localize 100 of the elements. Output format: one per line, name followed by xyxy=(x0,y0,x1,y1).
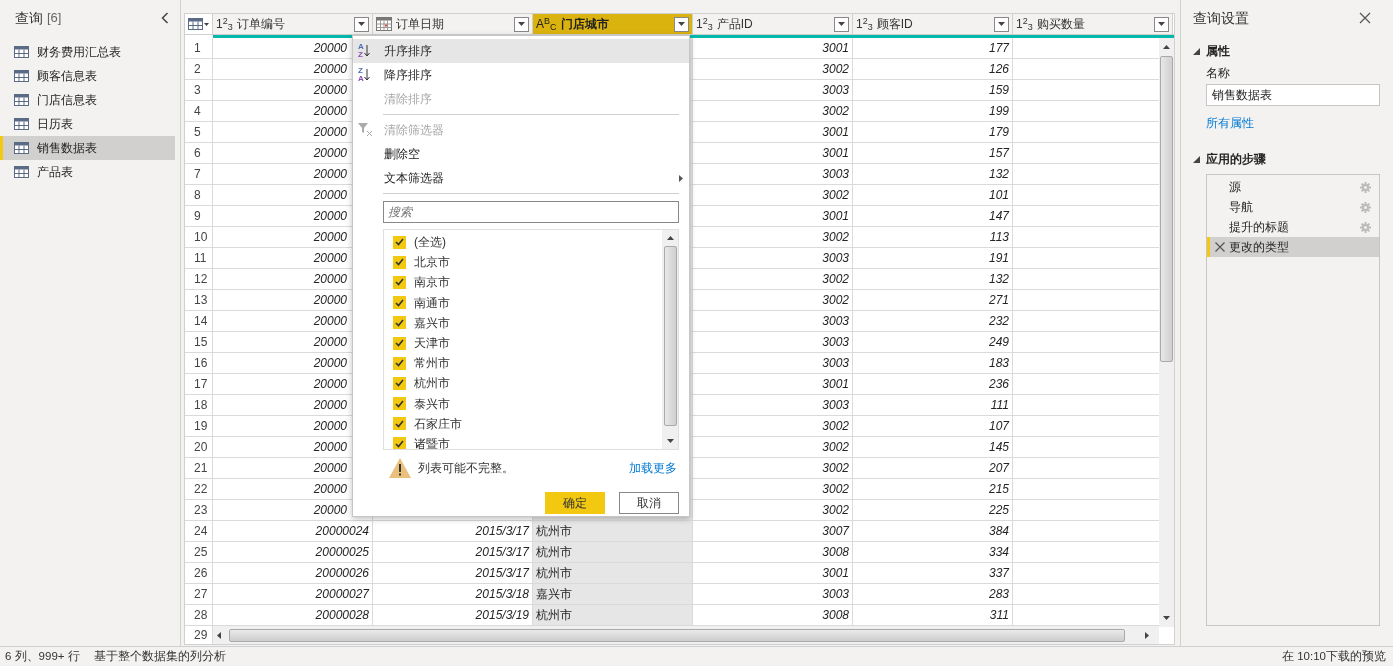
filter-dropdown-button[interactable] xyxy=(354,16,369,32)
checkbox[interactable] xyxy=(393,235,406,249)
table-menu-button[interactable] xyxy=(185,14,213,34)
column-name: 订单日期 xyxy=(396,16,445,33)
table-cell-text: 3008 xyxy=(822,544,849,561)
table-cell-text: 311 xyxy=(989,607,1009,624)
close-icon[interactable] xyxy=(1359,12,1371,24)
filter-dropdown-button[interactable] xyxy=(834,16,849,32)
table-cell-text: 3002 xyxy=(822,460,849,477)
table-cell-text: 3002 xyxy=(822,103,849,120)
column-header[interactable]: 1$^{2}$$_{3}$ 订单编号 xyxy=(213,14,373,34)
value-label: 诸暨市 xyxy=(414,435,450,449)
column-header[interactable]: 1$^{2}$$_{3}$ 顾客ID xyxy=(853,14,1013,34)
row-number: 25 xyxy=(185,542,213,562)
scroll-left-icon[interactable] xyxy=(217,631,221,639)
table-cell-text: 嘉兴市 xyxy=(536,586,572,603)
menu-item[interactable]: Z A 降序排序 xyxy=(353,63,689,87)
table-cell-text: 3001 xyxy=(822,40,849,57)
delete-icon[interactable] xyxy=(1215,242,1225,252)
checkbox[interactable] xyxy=(393,316,406,330)
table-cell-text: 杭州市 xyxy=(536,565,572,582)
table-cell-text: 20000 xyxy=(313,40,347,57)
table-cell-text: 20000026 xyxy=(315,565,369,582)
step-item[interactable]: 提升的标题 xyxy=(1207,217,1379,237)
table-icon xyxy=(14,118,29,130)
table-cell-text: 20000 xyxy=(313,481,347,498)
name-field[interactable]: 销售数据表 xyxy=(1206,84,1380,106)
check-icon xyxy=(395,278,404,287)
menu-item[interactable]: 删除空 xyxy=(353,142,689,166)
section-title: 应用的步骤 xyxy=(1206,151,1266,168)
row-number: 17 xyxy=(185,374,213,394)
table-cell-text: 207 xyxy=(988,460,1009,477)
scroll-thumb[interactable] xyxy=(663,246,677,426)
all-properties-link[interactable]: 所有属性 xyxy=(1206,114,1381,132)
query-item[interactable]: 销售数据表 xyxy=(0,136,175,160)
table-icon xyxy=(14,166,29,178)
table-cell-text: 132 xyxy=(988,166,1009,183)
scroll-thumb[interactable] xyxy=(229,628,1125,642)
checkbox[interactable] xyxy=(393,376,406,390)
table-icon xyxy=(188,18,203,30)
column-header[interactable]: 订单日期 xyxy=(373,14,533,34)
scroll-thumb[interactable] xyxy=(1160,56,1173,362)
search-field[interactable]: 搜索 xyxy=(383,201,679,223)
submenu-arrow-icon xyxy=(679,174,683,182)
filter-dropdown-button[interactable] xyxy=(1154,16,1169,32)
column-header[interactable]: A$^{B}$$_{C}$ 门店城市 xyxy=(533,14,693,34)
filter-dropdown-button[interactable] xyxy=(514,16,529,32)
table-cell-text: 183 xyxy=(988,355,1009,372)
table-cell-text: 283 xyxy=(988,586,1009,603)
step-item[interactable]: 源 xyxy=(1207,177,1379,197)
table-cell-text: 20000 xyxy=(313,418,347,435)
column-name: 门店城市 xyxy=(560,16,610,33)
horizontal-scrollbar[interactable] xyxy=(213,626,1159,644)
scroll-right-icon[interactable] xyxy=(1145,631,1149,639)
step-item[interactable]: 更改的类型 xyxy=(1207,237,1379,257)
checkbox[interactable] xyxy=(393,417,406,431)
warning-text: 列表可能不完整。 xyxy=(418,460,515,477)
query-count: [6] xyxy=(47,9,62,28)
table-icon xyxy=(14,142,29,154)
cancel-button[interactable]: 取消 xyxy=(619,492,679,514)
checkbox[interactable] xyxy=(393,255,406,269)
query-item[interactable]: 产品表 xyxy=(0,160,175,184)
check-icon xyxy=(395,419,404,428)
table-cell-text: 3003 xyxy=(822,313,849,330)
table-cell-text: 3003 xyxy=(822,334,849,351)
menu-item[interactable]: A Z 升序排序 xyxy=(353,39,689,63)
scrollbar[interactable] xyxy=(662,230,678,449)
expand-arrow-icon[interactable] xyxy=(1193,47,1200,55)
checkbox[interactable] xyxy=(393,397,406,411)
table-cell-text: 2015/3/17 xyxy=(475,544,529,561)
query-item[interactable]: 门店信息表 xyxy=(0,88,175,112)
value-label: 天津市 xyxy=(414,335,450,353)
filter-dropdown-button[interactable] xyxy=(674,16,689,32)
table-cell-text: 157 xyxy=(988,145,1009,162)
check-icon xyxy=(395,399,404,408)
row-number: 19 xyxy=(185,416,213,436)
menu-item[interactable]: 文本筛选器 xyxy=(353,166,689,190)
expand-arrow-icon[interactable] xyxy=(1193,155,1200,163)
status-text: 6 列、999+ 行 xyxy=(5,648,80,664)
ok-button[interactable]: 确定 xyxy=(545,492,605,514)
row-number: 27 xyxy=(185,584,213,604)
column-header[interactable]: 1$^{2}$$_{3}$ 购买数量 xyxy=(1013,14,1173,34)
table-cell-text: 145 xyxy=(988,439,1009,456)
vertical-scrollbar[interactable] xyxy=(1159,38,1174,627)
query-item[interactable]: 财务费用汇总表 xyxy=(0,40,175,64)
checkbox[interactable] xyxy=(393,336,406,350)
checkbox[interactable] xyxy=(393,356,406,370)
table-cell-text: 3002 xyxy=(822,292,849,309)
checkbox[interactable] xyxy=(393,275,406,289)
query-item[interactable]: 日历表 xyxy=(0,112,175,136)
row-number: 20 xyxy=(185,437,213,457)
filter-dropdown-button[interactable] xyxy=(994,16,1009,32)
load-more-link[interactable]: 加载更多 xyxy=(629,459,677,477)
checkbox[interactable] xyxy=(393,296,406,310)
table-cell-text: 215 xyxy=(988,481,1009,498)
checkbox[interactable] xyxy=(393,437,406,449)
column-header[interactable]: 1$^{2}$$_{3}$ 产品ID xyxy=(693,14,853,34)
collapse-icon[interactable] xyxy=(161,12,169,24)
step-item[interactable]: 导航 xyxy=(1207,197,1379,217)
query-item[interactable]: 顾客信息表 xyxy=(0,64,175,88)
